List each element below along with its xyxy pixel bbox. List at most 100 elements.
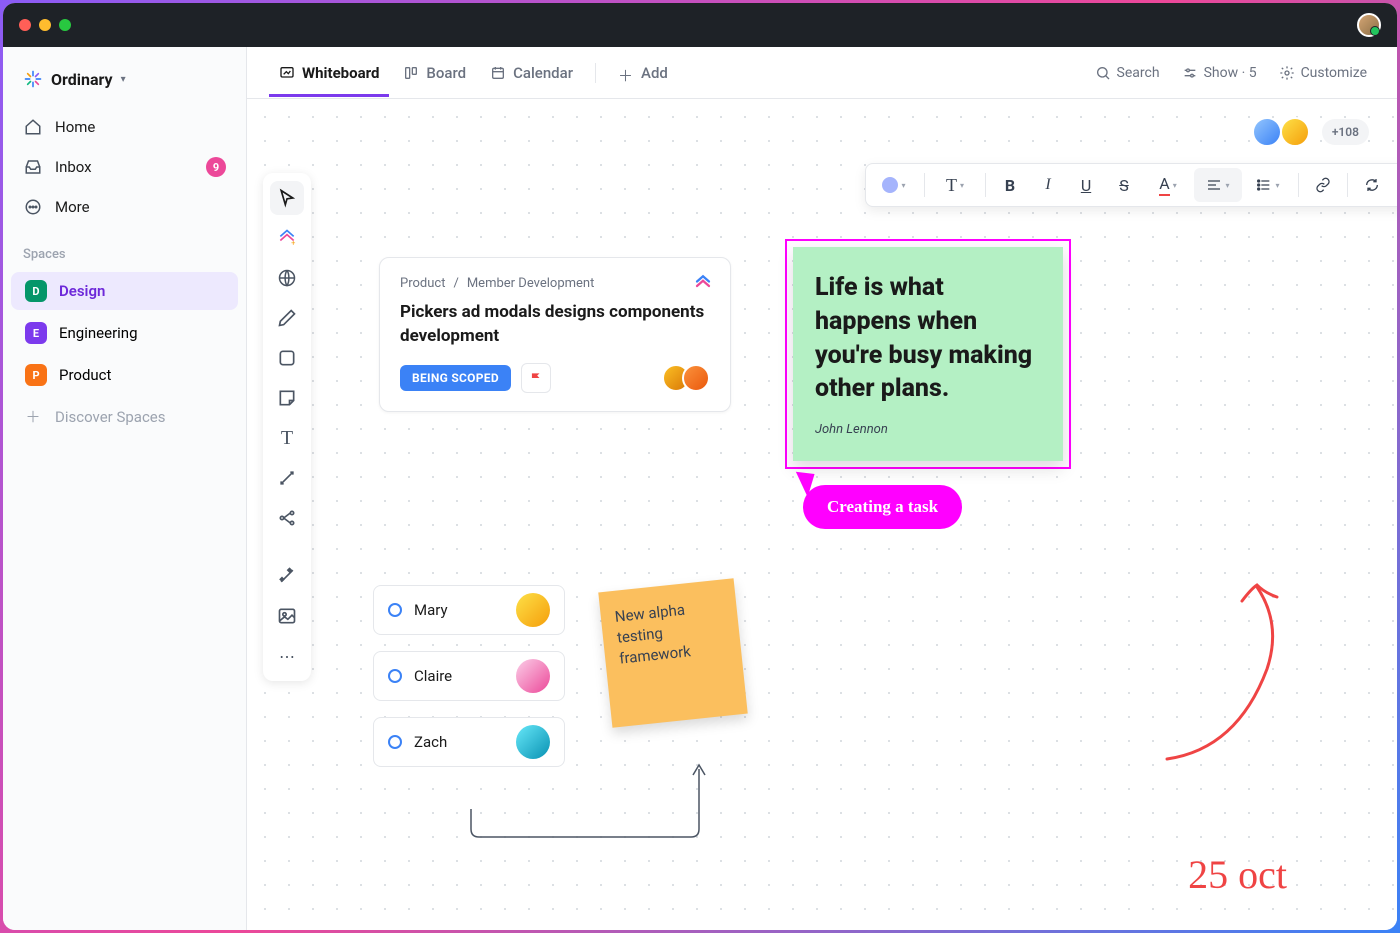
chevron-down-icon: ▾ (960, 181, 964, 190)
window-controls[interactable] (19, 19, 71, 31)
more-button[interactable]: ⋯ (1392, 168, 1397, 202)
customize-button[interactable]: Customize (1271, 59, 1375, 87)
window-titlebar (3, 3, 1397, 47)
close-window-icon[interactable] (19, 19, 31, 31)
status-badge[interactable]: BEING SCOPED (400, 365, 511, 391)
strikethrough-button[interactable]: S (1106, 168, 1142, 202)
nav-inbox[interactable]: Inbox 9 (3, 147, 246, 187)
align-button[interactable]: ▾ (1194, 168, 1242, 202)
separator (985, 173, 986, 197)
space-badge: E (25, 322, 47, 344)
link-button[interactable] (1305, 168, 1341, 202)
space-badge: P (25, 364, 47, 386)
crumb-product[interactable]: Product (400, 276, 445, 291)
person-name: Mary (414, 601, 448, 619)
tab-board[interactable]: Board (393, 50, 476, 96)
text-color-button[interactable]: A▾ (1144, 168, 1192, 202)
text-format-toolbar: ▾ T▾ B I U S A▾ ▾ ▾ (865, 163, 1397, 207)
text-tool[interactable]: T (270, 421, 304, 455)
space-product[interactable]: P Product (11, 356, 238, 394)
discover-label: Discover Spaces (55, 408, 166, 426)
whiteboard-canvas[interactable]: +108 ▾ T▾ B I U S A▾ ▾ (247, 99, 1397, 930)
nav-home[interactable]: Home (3, 107, 246, 147)
workspace-switcher[interactable]: Ordinary ▾ (3, 63, 246, 107)
maximize-window-icon[interactable] (59, 19, 71, 31)
ellipsis-icon: ⋯ (279, 647, 295, 666)
sticky-tool[interactable] (270, 381, 304, 415)
separator (924, 173, 925, 197)
sticky-text: New alpha testing framework (614, 601, 692, 668)
text-style-button[interactable]: T▾ (931, 168, 979, 202)
tab-calendar[interactable]: Calendar (480, 50, 583, 96)
space-label: Engineering (59, 324, 138, 342)
collaborator-avatar (1252, 117, 1282, 147)
shape-tool[interactable] (270, 341, 304, 375)
mindmap-tool[interactable] (270, 501, 304, 535)
minimize-window-icon[interactable] (39, 19, 51, 31)
tab-whiteboard[interactable]: Whiteboard (269, 50, 389, 96)
assignees[interactable] (670, 364, 710, 392)
workspace-logo-icon (23, 69, 43, 89)
cursor-icon (277, 188, 297, 208)
space-design[interactable]: D Design (11, 272, 238, 310)
radio-icon[interactable] (388, 669, 402, 683)
add-view-button[interactable]: ＋ Add (608, 50, 678, 96)
space-engineering[interactable]: E Engineering (11, 314, 238, 352)
chevron-down-icon: ▾ (121, 74, 126, 85)
svg-text:+: + (291, 239, 295, 248)
color-swatch-icon (882, 177, 898, 193)
list-button[interactable]: ▾ (1244, 168, 1292, 202)
discover-spaces[interactable]: ＋ Discover Spaces (3, 396, 246, 437)
priority-flag[interactable] (521, 363, 551, 393)
task-title: Pickers ad modals designs components dev… (400, 301, 710, 349)
bold-button[interactable]: B (992, 168, 1028, 202)
more-tools[interactable]: ⋯ (270, 639, 304, 673)
web-tool[interactable] (270, 261, 304, 295)
person-name: Claire (414, 667, 452, 685)
profile-avatar[interactable] (1357, 13, 1381, 37)
tool-panel: + T ⋯ (263, 173, 311, 681)
clickup-tool[interactable]: + (270, 221, 304, 255)
space-badge: D (25, 280, 47, 302)
person-name: Zach (414, 733, 447, 751)
search-button[interactable]: Search (1087, 59, 1168, 87)
tab-label: Calendar (513, 64, 573, 82)
customize-label: Customize (1301, 65, 1367, 81)
search-label: Search (1117, 65, 1160, 81)
person-card[interactable]: Mary (373, 585, 565, 635)
connector-tool[interactable] (270, 461, 304, 495)
nav-more[interactable]: More (3, 187, 246, 227)
italic-button[interactable]: I (1030, 168, 1066, 202)
person-card[interactable]: Zach (373, 717, 565, 767)
workspace-name: Ordinary (51, 70, 113, 89)
sync-button[interactable] (1354, 168, 1390, 202)
person-avatar (516, 725, 550, 759)
quote-card-selected[interactable]: Life is what happens when you're busy ma… (785, 239, 1071, 469)
quote-author: John Lennon (815, 422, 1041, 437)
crumb-member-dev[interactable]: Member Development (467, 276, 595, 291)
inbox-badge: 9 (206, 157, 226, 177)
pen-tool[interactable] (270, 301, 304, 335)
sticky-note[interactable]: New alpha testing framework (598, 578, 747, 727)
radio-icon[interactable] (388, 735, 402, 749)
content-area: Whiteboard Board Calendar ＋ (247, 47, 1397, 930)
image-tool[interactable] (270, 599, 304, 633)
radio-icon[interactable] (388, 603, 402, 617)
collaborators[interactable]: +108 (1262, 117, 1369, 147)
show-button[interactable]: Show · 5 (1174, 59, 1265, 87)
ai-tool[interactable] (270, 559, 304, 593)
task-card[interactable]: Product / Member Development Pickers ad … (379, 257, 731, 412)
person-card[interactable]: Claire (373, 651, 565, 701)
quote-text: Life is what happens when you're busy ma… (815, 271, 1041, 406)
remote-cursor: Creating a task (803, 485, 962, 529)
separator (1347, 173, 1348, 197)
fill-color-button[interactable]: ▾ (870, 168, 918, 202)
underline-button[interactable]: U (1068, 168, 1104, 202)
link-icon (1315, 177, 1331, 193)
add-label: Add (641, 64, 668, 82)
align-left-icon (1206, 177, 1222, 193)
select-tool[interactable] (270, 181, 304, 215)
refresh-icon (1364, 177, 1380, 193)
whiteboard-icon (279, 65, 295, 81)
nav-label: Home (55, 118, 95, 136)
